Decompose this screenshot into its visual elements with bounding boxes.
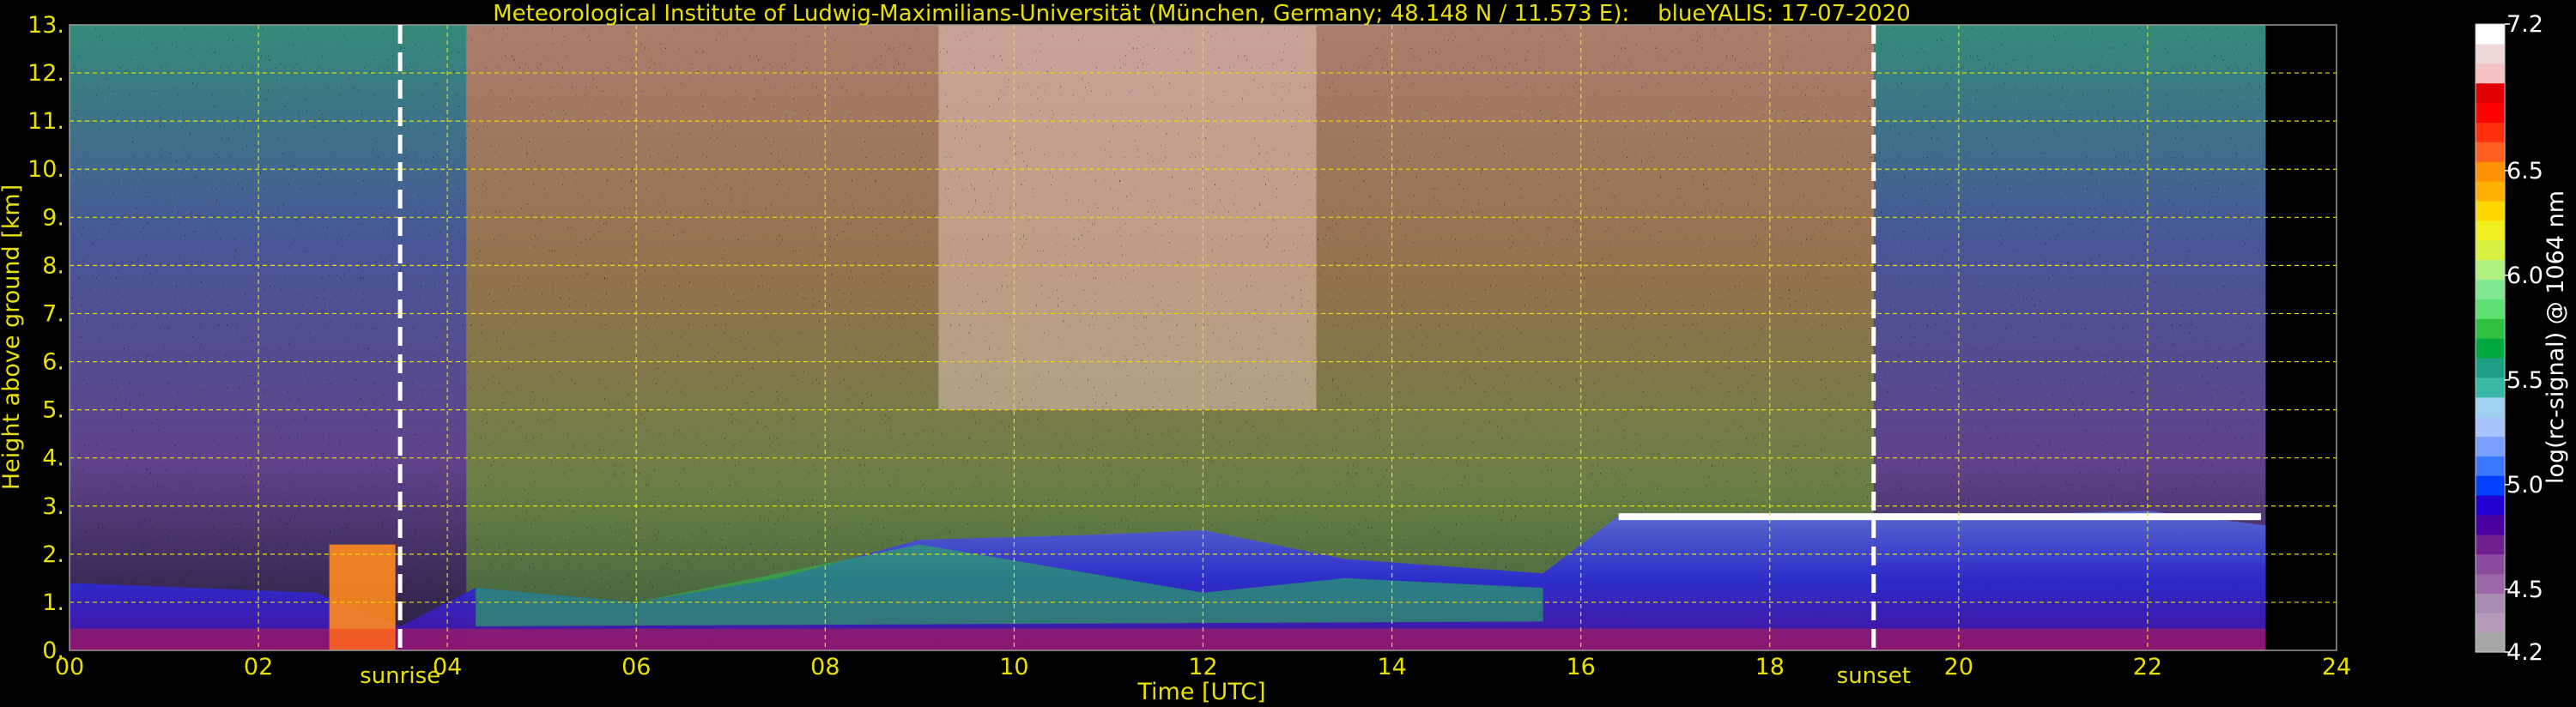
- lidar-plot: 00 02 04 06 08 10 12 14 16 18 20 22 24 0.1.2.3.4.5.6…: [0, 1, 2569, 705]
- x-tick-label: 12: [1188, 654, 1217, 680]
- y-tick-label: 4.: [42, 445, 64, 472]
- y-tick-label: 2.: [42, 541, 64, 568]
- x-tick-label: 08: [810, 654, 839, 680]
- colorbar-segment: [2476, 82, 2505, 104]
- sunset-label: sunset: [1837, 663, 1911, 689]
- colorbar-tick-label: 4.2: [2506, 639, 2543, 666]
- colorbar-segment: [2476, 122, 2505, 142]
- x-tick-label: 14: [1377, 654, 1406, 680]
- colorbar-segment: [2476, 318, 2505, 339]
- x-tick-label: 10: [999, 654, 1028, 680]
- y-tick-label: 1.: [42, 589, 64, 616]
- colorbar-segment: [2476, 495, 2505, 516]
- y-tick-label: 11.: [27, 108, 64, 135]
- colorbar-segment: [2476, 24, 2505, 45]
- colorbar-segment: [2476, 239, 2505, 261]
- chart-title: Meteorological Institute of Ludwig-Maxim…: [493, 1, 1911, 27]
- y-tick-label: 7.: [42, 300, 64, 327]
- colorbar-tick-label: 7.2: [2506, 11, 2543, 38]
- y-tick-label: 8.: [42, 252, 64, 279]
- x-tick-label: 24: [2322, 654, 2351, 680]
- colorbar-segment: [2476, 416, 2505, 437]
- colorbar-segment: [2476, 613, 2505, 633]
- x-axis-label: Time [UTC]: [1136, 679, 1265, 705]
- colorbar-segment: [2476, 181, 2505, 202]
- y-axis-label: Height above ground [km]: [0, 184, 25, 490]
- x-tick-label: 20: [1944, 654, 1973, 680]
- y-tick-label: 5.: [42, 397, 64, 424]
- colorbar-segment: [2476, 593, 2505, 613]
- colorbar-tick-label: 6.5: [2506, 158, 2543, 184]
- colorbar-tick-label: 6.0: [2506, 263, 2543, 289]
- colorbar-segment: [2476, 514, 2505, 535]
- y-tick-label: 13.: [27, 12, 64, 39]
- x-tick-label: 22: [2133, 654, 2162, 680]
- colorbar-segment: [2476, 161, 2505, 182]
- colorbar-segment: [2476, 259, 2505, 280]
- colorbar-tick-label: 5.5: [2506, 367, 2543, 394]
- colorbar-segment: [2476, 436, 2505, 456]
- colorbar-segment: [2476, 553, 2505, 575]
- colorbar-segment: [2476, 200, 2505, 221]
- colorbar-segment: [2476, 338, 2505, 359]
- y-tick-label: 9.: [42, 204, 64, 231]
- colorbar-tick-label: 4.5: [2506, 577, 2543, 603]
- y-tick-label: 0.: [42, 638, 64, 664]
- colorbar-label: log(rc-signal) @ 1064 nm: [2543, 190, 2569, 484]
- colorbar-segment: [2476, 102, 2505, 123]
- x-tick-label: 18: [1755, 654, 1785, 680]
- colorbar-segment: [2476, 357, 2505, 378]
- colorbar-segment: [2476, 632, 2505, 653]
- colorbar-segment: [2476, 299, 2505, 319]
- y-tick-label: 6.: [42, 349, 64, 376]
- y-axis-ticks: 0. 1. 2. 3. 4. 5. 6. 7. 8. 9. 10. 11. 12. 13.: [27, 12, 64, 664]
- colorbar-tick-label: 5.0: [2506, 472, 2543, 499]
- colorbar-segment: [2476, 279, 2505, 299]
- colorbar-segment: [2476, 573, 2505, 594]
- colorbar-segment: [2476, 534, 2505, 555]
- x-tick-label: 06: [621, 654, 651, 680]
- colorbar-segment: [2476, 142, 2505, 162]
- colorbar-segment: [2476, 377, 2505, 398]
- x-tick-label: 02: [244, 654, 273, 680]
- sunrise-label: sunrise: [360, 663, 440, 689]
- colorbar-segment: [2476, 43, 2505, 64]
- colorbar-segment: [2476, 220, 2505, 241]
- colorbar-segment: [2476, 475, 2505, 496]
- y-tick-label: 10.: [27, 156, 64, 183]
- colorbar-segment: [2476, 63, 2505, 84]
- colorbar-segment: [2476, 396, 2505, 418]
- colorbar: 4.2 4.5 5.0 5.5 6.0 6.5 7.2: [2475, 11, 2543, 666]
- y-tick-label: 12.: [27, 60, 64, 87]
- colorbar-segment: [2476, 456, 2505, 476]
- cloud-top-line: [1618, 513, 2261, 521]
- x-tick-label: 16: [1566, 654, 1595, 680]
- y-tick-label: 3.: [42, 493, 64, 520]
